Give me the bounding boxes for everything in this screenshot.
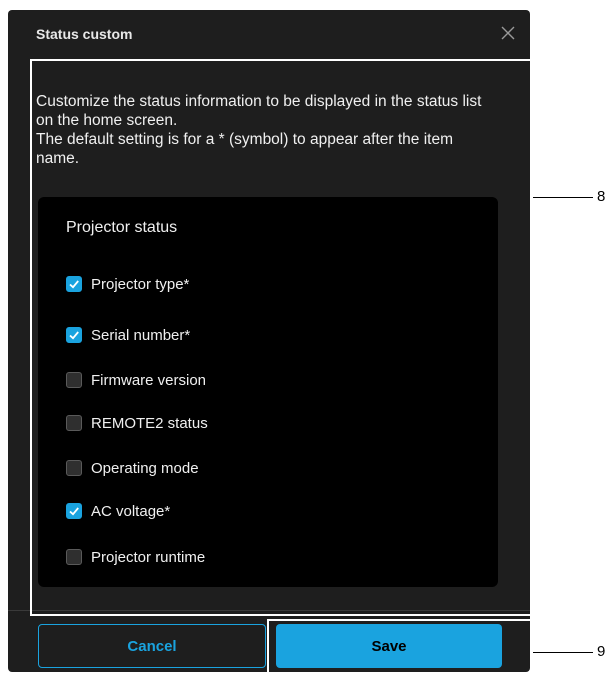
close-icon[interactable] — [498, 24, 518, 44]
callout-label-save: 9 — [597, 643, 606, 660]
content-highlight-frame — [30, 59, 533, 616]
dialog-header: Status custom — [8, 10, 530, 56]
callout-line-content — [533, 197, 593, 198]
callout-label-content: 8 — [597, 188, 606, 205]
cancel-button[interactable]: Cancel — [38, 624, 266, 668]
callout-line-save — [533, 652, 593, 653]
dialog-title: Status custom — [36, 26, 133, 42]
save-highlight-frame — [267, 619, 533, 680]
